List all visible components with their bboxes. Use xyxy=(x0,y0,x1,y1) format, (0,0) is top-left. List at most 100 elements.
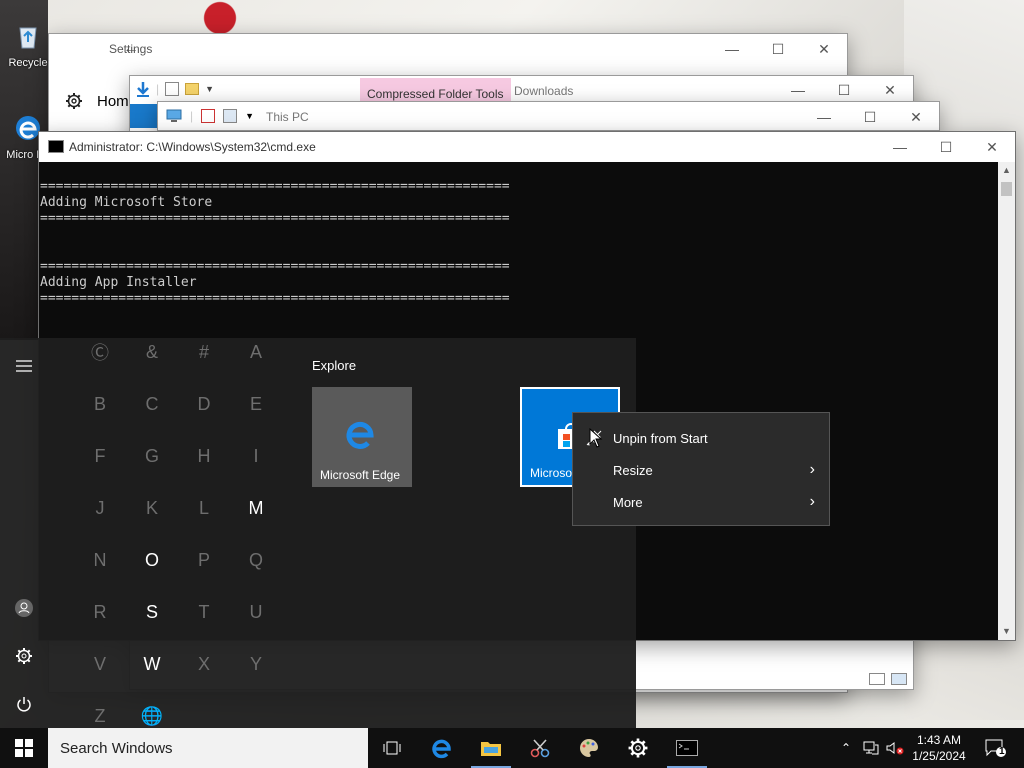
maximize-button[interactable]: ☐ xyxy=(755,34,801,64)
tile-label: Microso xyxy=(530,466,573,480)
close-button[interactable]: ✕ xyxy=(969,132,1015,162)
details-view-icon[interactable] xyxy=(869,673,885,685)
jump-letter: T xyxy=(198,601,210,622)
properties-icon[interactable] xyxy=(201,109,216,123)
maximize-button[interactable]: ☐ xyxy=(821,76,867,104)
jump-letter[interactable]: M xyxy=(230,482,282,534)
taskbar-snipping-tool[interactable] xyxy=(516,728,564,768)
quick-access-toolbar: | ▼ xyxy=(136,81,214,97)
close-button[interactable]: ✕ xyxy=(867,76,913,104)
scroll-down-icon[interactable]: ▼ xyxy=(998,623,1015,640)
menu-item-label: Unpin from Start xyxy=(613,430,708,446)
action-center-button[interactable]: 1 xyxy=(980,728,1010,768)
jump-letter: J xyxy=(95,497,105,518)
close-button[interactable]: ✕ xyxy=(801,34,847,64)
jump-letter: I xyxy=(253,445,259,466)
close-button[interactable]: ✕ xyxy=(893,102,939,132)
clock-date: 1/25/2024 xyxy=(912,749,966,763)
dropdown-icon[interactable]: ▼ xyxy=(205,84,214,94)
taskbar-edge[interactable] xyxy=(418,728,466,768)
properties-icon[interactable] xyxy=(165,82,180,96)
taskbar: Search Windows ⌃ 1:43 AM 1/25/2024 1 xyxy=(0,728,1024,768)
jump-letter[interactable]: S xyxy=(126,586,178,638)
menu-item-unpin-from-start[interactable]: Unpin from Start xyxy=(573,422,829,454)
quick-access-toolbar: | ▼ xyxy=(166,109,254,123)
menu-item-label: Resize xyxy=(613,462,653,478)
this-pc-title: This PC xyxy=(266,110,309,124)
task-view-button[interactable] xyxy=(368,728,416,768)
this-pc-window[interactable]: | ▼ This PC — ☐ ✕ xyxy=(157,101,940,131)
folder-icon xyxy=(481,742,501,756)
search-box[interactable]: Search Windows xyxy=(48,728,368,768)
cmd-titlebar[interactable]: Administrator: C:\Windows\System32\cmd.e… xyxy=(39,132,1015,162)
show-hidden-icons[interactable]: ⌃ xyxy=(836,728,856,768)
scroll-thumb[interactable] xyxy=(1001,182,1012,196)
jump-letter: X xyxy=(197,653,210,674)
cmd-icon xyxy=(676,740,698,756)
down-arrow-icon[interactable] xyxy=(136,81,150,97)
gear-icon xyxy=(66,93,82,109)
menu-item-more[interactable]: More › xyxy=(573,486,829,518)
jump-letter: C xyxy=(145,393,159,414)
jump-letter: Y xyxy=(249,653,262,674)
tile-label: Microsoft Edge xyxy=(320,468,401,482)
taskbar-settings[interactable] xyxy=(614,728,662,768)
start-rail xyxy=(0,338,48,728)
settings-gear-icon[interactable] xyxy=(12,644,36,668)
minimize-button[interactable]: — xyxy=(709,34,755,64)
back-arrow-icon[interactable]: ← xyxy=(123,40,139,58)
menu-item-resize[interactable]: Resize › xyxy=(573,454,829,486)
maximize-button[interactable]: ☐ xyxy=(923,132,969,162)
jump-letter: G xyxy=(144,445,159,466)
jump-letter: # xyxy=(198,341,209,362)
jump-letter: E xyxy=(249,393,262,414)
minimize-button[interactable]: — xyxy=(801,102,847,132)
jump-letter: U xyxy=(249,601,263,622)
minimize-button[interactable]: — xyxy=(877,132,923,162)
dropdown-icon[interactable]: ▼ xyxy=(245,111,254,121)
volume-tray-icon[interactable] xyxy=(884,728,906,768)
maximize-button[interactable]: ☐ xyxy=(847,102,893,132)
minimize-button[interactable]: — xyxy=(775,76,821,104)
new-folder-icon[interactable] xyxy=(223,109,238,123)
volume-muted-icon xyxy=(886,742,904,755)
jump-letter[interactable]: W xyxy=(126,638,178,690)
windows-logo-icon xyxy=(15,739,33,757)
file-tab[interactable] xyxy=(130,104,158,128)
tile-microsoft-edge[interactable]: Microsoft Edge xyxy=(312,387,412,487)
taskbar-file-explorer[interactable] xyxy=(467,728,515,768)
scroll-up-icon[interactable]: ▲ xyxy=(998,162,1015,179)
taskbar-clock[interactable]: 1:43 AM 1/25/2024 xyxy=(906,732,972,764)
vertical-scrollbar[interactable]: ▲ ▼ xyxy=(998,162,1015,640)
large-icons-view-icon[interactable] xyxy=(891,673,907,685)
jump-letter: A xyxy=(249,341,262,362)
jump-letter[interactable]: O xyxy=(126,534,178,586)
settings-home-link[interactable]: Home xyxy=(65,92,137,110)
jump-letter: N xyxy=(93,549,107,570)
tile-group-label: Explore xyxy=(312,358,357,373)
taskbar-paint[interactable] xyxy=(565,728,613,768)
user-account-icon[interactable] xyxy=(12,596,36,620)
power-icon[interactable] xyxy=(12,692,36,716)
downloads-title: Downloads xyxy=(514,84,574,98)
jump-letter: F xyxy=(94,445,106,466)
jump-letter: & xyxy=(145,341,158,362)
chevron-up-icon: ⌃ xyxy=(840,741,852,755)
start-button[interactable] xyxy=(0,728,48,768)
jump-letter: K xyxy=(145,497,158,518)
jump-letter: H xyxy=(197,445,211,466)
scissors-icon xyxy=(530,739,550,758)
task-view-icon xyxy=(383,741,401,755)
tile-context-menu[interactable]: Unpin from Start Resize › More › xyxy=(572,412,830,526)
taskbar-command-prompt[interactable] xyxy=(663,728,711,768)
menu-item-label: More xyxy=(613,494,643,510)
recycle-bin-icon xyxy=(19,27,37,49)
start-menu[interactable]: Ⓒ & # A B C D E F G H I J K L M N O P Q R S T U V W X Y Z 🌐 Explore M… xyxy=(0,338,636,728)
folder-icon[interactable] xyxy=(185,83,200,95)
desktop-icon-recycle-bin[interactable]: Recycle xyxy=(4,20,52,69)
network-icon xyxy=(863,741,879,755)
desktop-icon-label: Recycle xyxy=(8,57,48,69)
network-tray-icon[interactable] xyxy=(860,728,882,768)
hamburger-menu-icon[interactable] xyxy=(12,354,36,378)
edge-icon xyxy=(432,739,451,759)
